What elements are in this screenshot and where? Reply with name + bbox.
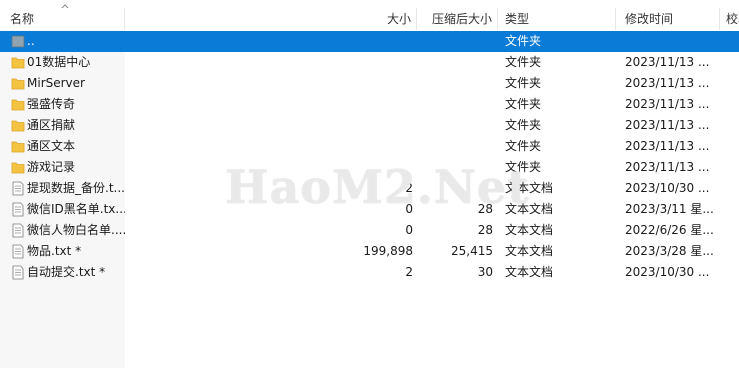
column-header-packed-size[interactable]: 压缩后大小 — [432, 8, 498, 30]
file-size: 0 — [405, 202, 413, 216]
file-name: 提现数据_备份.t... — [27, 181, 125, 195]
file-type: 文本文档 — [505, 202, 554, 216]
modified-time: 2023/11/13 ... — [625, 160, 710, 174]
folder-row[interactable]: 通区文本 文件夹 2023/11/13 ... — [0, 136, 739, 157]
text-file-icon — [12, 244, 24, 259]
file-type: 文件夹 — [505, 34, 542, 48]
file-type: 文件夹 — [505, 118, 542, 132]
modified-time: 2023/10/30 ... — [625, 265, 710, 279]
column-header-modified[interactable]: 修改时间 — [625, 8, 717, 30]
file-size: 0 — [405, 223, 413, 237]
packed-size — [413, 52, 493, 73]
column-divider[interactable] — [124, 8, 125, 30]
text-file-icon — [12, 265, 24, 280]
file-name: 游戏记录 — [27, 160, 76, 174]
file-name: 通区文本 — [27, 139, 76, 153]
folder-row[interactable]: MirServer 文件夹 2023/11/13 ... — [0, 73, 739, 94]
packed-size — [413, 73, 493, 94]
file-type: 文本文档 — [505, 223, 554, 237]
file-name: .. — [27, 34, 35, 48]
modified-time: 2022/6/26 星... — [625, 223, 714, 237]
modified-time: 2023/11/13 ... — [625, 55, 710, 69]
file-row[interactable]: 微信ID黑名单.tx... 0 28 文本文档 2023/3/11 星... — [0, 199, 739, 220]
packed-size — [413, 178, 493, 199]
folder-icon — [11, 99, 25, 111]
folder-icon — [11, 120, 25, 132]
file-name: 强盛传奇 — [27, 97, 76, 111]
file-name: 通区捐献 — [27, 118, 76, 132]
file-size — [300, 73, 413, 94]
file-type: 文本文档 — [505, 244, 554, 258]
packed-size — [413, 136, 493, 157]
file-list: .. 文件夹 01数据中心 文件夹 2023/11/13 ... MirServer 文件夹… — [0, 31, 739, 283]
text-file-icon — [12, 181, 24, 196]
column-divider[interactable] — [615, 8, 616, 30]
folder-icon — [11, 162, 25, 174]
file-name: 自动提交.txt * — [27, 265, 106, 279]
file-name: MirServer — [27, 76, 85, 90]
file-type: 文件夹 — [505, 97, 542, 111]
packed-size — [413, 94, 493, 115]
column-divider[interactable] — [497, 8, 498, 30]
text-file-icon — [12, 223, 24, 238]
file-size — [300, 94, 413, 115]
modified-time: 2023/11/13 ... — [625, 76, 710, 90]
file-type: 文件夹 — [505, 55, 542, 69]
column-header-size[interactable]: 大小 — [300, 8, 413, 30]
file-name: 微信ID黑名单.tx... — [27, 202, 125, 216]
folder-icon — [11, 141, 25, 153]
file-size: 2 — [405, 265, 413, 279]
folder-row[interactable]: 01数据中心 文件夹 2023/11/13 ... — [0, 52, 739, 73]
column-header-name[interactable]: 名称 — [10, 8, 122, 30]
file-name: 01数据中心 — [27, 55, 91, 69]
file-type: 文件夹 — [505, 139, 542, 153]
folder-icon — [11, 57, 25, 69]
file-type: 文件夹 — [505, 160, 542, 174]
modified-time: 2023/3/28 星... — [625, 244, 714, 258]
file-size — [300, 31, 413, 52]
file-name: 物品.txt * — [27, 244, 82, 258]
folder-row[interactable]: 通区捐献 文件夹 2023/11/13 ... — [0, 115, 739, 136]
folder-row[interactable]: 游戏记录 文件夹 2023/11/13 ... — [0, 157, 739, 178]
file-size — [300, 157, 413, 178]
file-list-window: 名称 大小 压缩后大小 类型 修改时间 校验 ..文件夹01数据中心文件夹202… — [0, 0, 739, 368]
file-size: 2 — [405, 181, 413, 195]
column-header-bar: 名称 大小 压缩后大小 类型 修改时间 校验 — [0, 8, 739, 30]
column-divider[interactable] — [719, 8, 720, 30]
file-row[interactable]: 微信人物白名单.... 0 28 文本文档 2022/6/26 星... — [0, 220, 739, 241]
packed-size: 28 — [477, 202, 493, 216]
folder-icon — [11, 78, 25, 90]
file-row[interactable]: 物品.txt * 199,898 25,415 文本文档 2023/3/28 星... — [0, 241, 739, 262]
folder-row[interactable]: 强盛传奇 文件夹 2023/11/13 ... — [0, 94, 739, 115]
packed-size — [413, 31, 493, 52]
column-divider[interactable] — [416, 8, 417, 30]
file-type: 文件夹 — [505, 76, 542, 90]
modified-time: 2023/11/13 ... — [625, 118, 710, 132]
text-file-icon — [12, 202, 24, 217]
file-size: 199,898 — [363, 244, 413, 258]
packed-size: 25,415 — [451, 244, 493, 258]
file-type: 文本文档 — [505, 181, 554, 195]
modified-time: 2023/10/30 ... — [625, 181, 710, 195]
packed-size — [413, 115, 493, 136]
file-type: 文本文档 — [505, 265, 554, 279]
file-size — [300, 136, 413, 157]
packed-size: 28 — [477, 223, 493, 237]
file-size — [300, 115, 413, 136]
file-row[interactable]: 提现数据_备份.t... 2 文本文档 2023/10/30 ... — [0, 178, 739, 199]
packed-size — [413, 157, 493, 178]
folder-row[interactable]: .. 文件夹 — [0, 31, 739, 52]
file-size — [300, 52, 413, 73]
column-header-type[interactable]: 类型 — [505, 8, 613, 30]
file-row[interactable]: 自动提交.txt * 2 30 文本文档 2023/10/30 ... — [0, 262, 739, 283]
packed-size: 30 — [477, 265, 493, 279]
modified-time: 2023/11/13 ... — [625, 97, 710, 111]
modified-time: 2023/3/11 星... — [625, 202, 714, 216]
file-name: 微信人物白名单.... — [27, 223, 125, 237]
modified-time — [625, 31, 739, 52]
column-header-checksum[interactable]: 校验 — [726, 8, 739, 30]
parent-folder-icon — [11, 35, 25, 48]
modified-time: 2023/11/13 ... — [625, 139, 710, 153]
